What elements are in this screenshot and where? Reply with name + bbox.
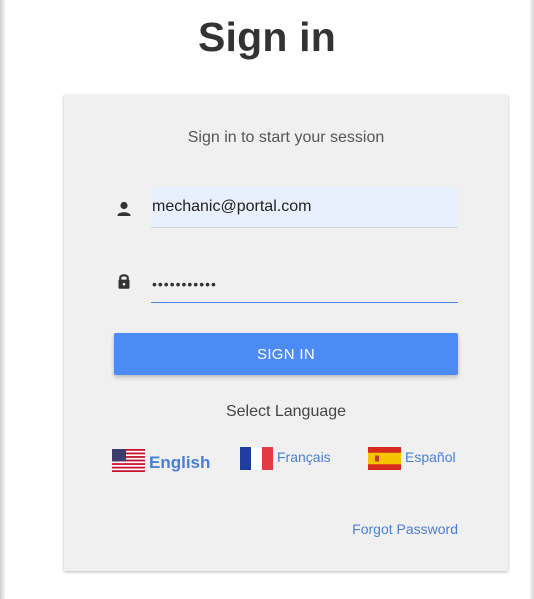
language-label-espanol: Español <box>405 448 456 465</box>
language-option-espanol[interactable]: Español <box>368 447 456 470</box>
login-card: Sign in to start your session SIGN IN Se… <box>64 95 508 571</box>
window-edge <box>0 0 5 599</box>
language-label-english: English <box>149 453 211 472</box>
user-icon <box>114 199 134 219</box>
language-label: Select Language <box>225 403 347 420</box>
us-flag-icon <box>112 448 145 472</box>
language-option-francais[interactable]: Français <box>240 447 331 470</box>
page-title: Sign in <box>197 14 337 60</box>
lock-icon <box>114 271 134 291</box>
password-field[interactable] <box>151 265 458 303</box>
window-shadow <box>529 0 534 599</box>
fr-flag-icon <box>240 447 273 470</box>
language-option-english[interactable]: English <box>112 447 210 473</box>
email-field[interactable] <box>151 187 458 228</box>
forgot-password-link[interactable]: Forgot Password <box>352 521 458 537</box>
es-flag-icon <box>368 447 401 470</box>
language-label-francais: Français <box>277 448 331 465</box>
sign-in-page: Sign in Sign in to start your session SI… <box>0 0 534 599</box>
login-subtitle: Sign in to start your session <box>187 129 385 146</box>
sign-in-button[interactable]: SIGN IN <box>114 333 458 375</box>
